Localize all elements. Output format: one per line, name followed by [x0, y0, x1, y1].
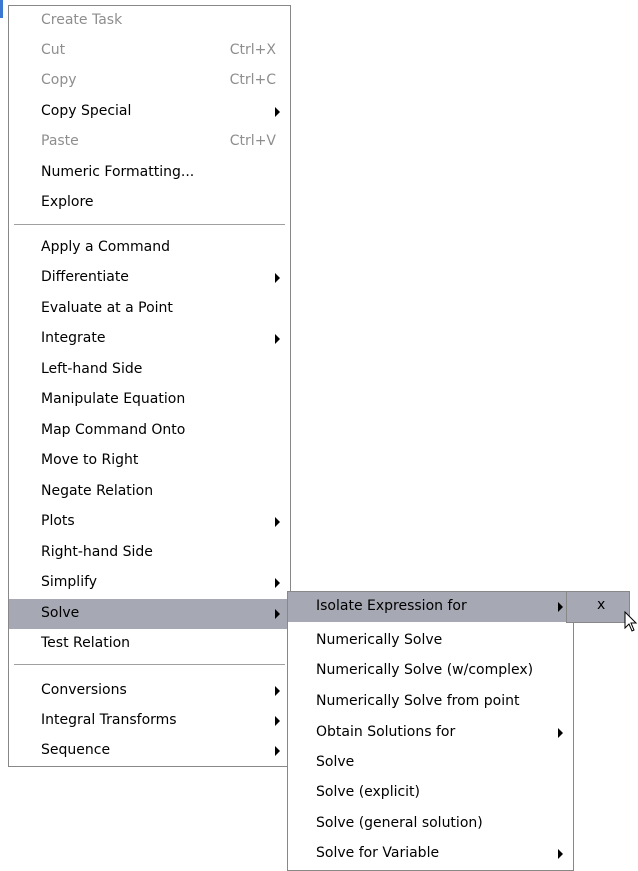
- menu-item-label: Numerically Solve (w/complex): [316, 662, 534, 678]
- menu-item-sequence[interactable]: Sequence: [9, 736, 290, 766]
- menu-item-map-command-onto[interactable]: Map Command Onto: [9, 416, 290, 446]
- menu-item-label: Map Command Onto: [41, 422, 186, 438]
- submenu-arrow-icon: [275, 746, 280, 756]
- menu-item-plots[interactable]: Plots: [9, 507, 290, 537]
- menu-item-label: Test Relation: [41, 635, 131, 651]
- menu-item-numerically-solve[interactable]: Numerically Solve: [288, 626, 573, 656]
- menu-item-conversions[interactable]: Conversions: [9, 676, 290, 706]
- isolate-expression-submenu: x: [566, 591, 630, 623]
- menu-item-label: Sequence: [41, 742, 111, 758]
- menu-item-test-relation[interactable]: Test Relation: [9, 629, 290, 659]
- submenu-arrow-icon: [275, 334, 280, 344]
- submenu-arrow-icon: [558, 849, 563, 859]
- menu-item-label: Copy Special: [41, 103, 132, 119]
- menu-item-create-task[interactable]: Create Task: [9, 6, 290, 36]
- submenu-arrow-icon: [558, 728, 563, 738]
- menu-item-solve-explicit[interactable]: Solve (explicit): [288, 778, 573, 808]
- menu-item-label: Numeric Formatting...: [41, 164, 195, 180]
- menu-item-label: Conversions: [41, 682, 127, 698]
- menu-separator: [14, 664, 285, 665]
- menu-item-integrate[interactable]: Integrate: [9, 324, 290, 354]
- menu-item-label: Integral Transforms: [41, 712, 177, 728]
- menu-item-numeric-formatting[interactable]: Numeric Formatting...: [9, 158, 290, 188]
- submenu-arrow-icon: [275, 716, 280, 726]
- menu-item-label: Obtain Solutions for: [316, 724, 456, 740]
- menu-item-simplify[interactable]: Simplify: [9, 568, 290, 598]
- menu-item-label: Apply a Command: [41, 239, 170, 255]
- menu-item-differentiate[interactable]: Differentiate: [9, 263, 290, 293]
- menu-item-label: Solve (general solution): [316, 815, 483, 831]
- submenu-arrow-icon: [275, 686, 280, 696]
- shortcut-label: Ctrl+X: [229, 42, 276, 58]
- menu-item-solve-general-solution[interactable]: Solve (general solution): [288, 809, 573, 839]
- menu-item-label: Paste: [41, 133, 79, 149]
- menu-item-left-hand-side[interactable]: Left-hand Side: [9, 355, 290, 385]
- submenu-arrow-icon: [275, 578, 280, 588]
- menu-item-label: Solve (explicit): [316, 784, 421, 800]
- focus-edge-marker: [0, 0, 3, 18]
- menu-item-label: Move to Right: [41, 452, 139, 468]
- menu-item-label: Solve: [316, 754, 355, 770]
- menu-item-label: Isolate Expression for: [316, 598, 467, 614]
- submenu-arrow-icon: [275, 273, 280, 283]
- submenu-arrow-icon: [275, 517, 280, 527]
- menu-item-numerically-solve-from-point[interactable]: Numerically Solve from point: [288, 687, 573, 717]
- menu-item-explore[interactable]: Explore: [9, 188, 290, 218]
- menu-item-label: Negate Relation: [41, 483, 154, 499]
- shortcut-label: Ctrl+V: [229, 133, 276, 149]
- menu-item-label: Differentiate: [41, 269, 129, 285]
- mouse-pointer-icon: [624, 611, 638, 632]
- menu-item-copy-special[interactable]: Copy Special: [9, 97, 290, 127]
- menu-item-integral-transforms[interactable]: Integral Transforms: [9, 706, 290, 736]
- menu-item-obtain-solutions-for[interactable]: Obtain Solutions for: [288, 718, 573, 748]
- menu-item-numerically-solve-complex[interactable]: Numerically Solve (w/complex): [288, 656, 573, 686]
- menu-item-label: Simplify: [41, 574, 98, 590]
- menu-item-move-to-right[interactable]: Move to Right: [9, 446, 290, 476]
- solve-submenu: Isolate Expression for Numerically Solve…: [287, 591, 574, 871]
- menu-item-label: Create Task: [41, 12, 123, 28]
- menu-item-label: Numerically Solve from point: [316, 693, 520, 709]
- menu-item-label: Manipulate Equation: [41, 391, 186, 407]
- menu-item-isolate-expression-for[interactable]: Isolate Expression for: [288, 592, 573, 622]
- menu-separator: [14, 224, 285, 225]
- menu-item-label: x: [597, 597, 606, 613]
- menu-item-label: Integrate: [41, 330, 106, 346]
- menu-item-negate-relation[interactable]: Negate Relation: [9, 477, 290, 507]
- submenu-arrow-icon: [275, 609, 280, 619]
- menu-item-label: Right-hand Side: [41, 544, 153, 560]
- context-menu: Create Task Cut Ctrl+X Copy Ctrl+C Copy …: [8, 5, 291, 767]
- menu-item-manipulate-equation[interactable]: Manipulate Equation: [9, 385, 290, 415]
- menu-item-evaluate-at-a-point[interactable]: Evaluate at a Point: [9, 294, 290, 324]
- menu-item-label: Explore: [41, 194, 94, 210]
- menu-item-apply-a-command[interactable]: Apply a Command: [9, 233, 290, 263]
- submenu-arrow-icon: [275, 107, 280, 117]
- submenu-arrow-icon: [558, 602, 563, 612]
- menu-item-variable-x[interactable]: x: [567, 592, 629, 622]
- menu-item-right-hand-side[interactable]: Right-hand Side: [9, 538, 290, 568]
- menu-item-label: Evaluate at a Point: [41, 300, 173, 316]
- menu-item-label: Solve for Variable: [316, 845, 440, 861]
- menu-item-label: Left-hand Side: [41, 361, 143, 377]
- menu-item-label: Numerically Solve: [316, 632, 443, 648]
- menu-item-label: Solve: [41, 605, 80, 621]
- menu-item-copy[interactable]: Copy Ctrl+C: [9, 66, 290, 96]
- menu-item-cut[interactable]: Cut Ctrl+X: [9, 36, 290, 66]
- menu-item-paste[interactable]: Paste Ctrl+V: [9, 127, 290, 157]
- menu-item-solve-for-variable[interactable]: Solve for Variable: [288, 839, 573, 869]
- menu-item-solve[interactable]: Solve: [9, 599, 290, 629]
- menu-item-label: Plots: [41, 513, 75, 529]
- menu-item-label: Cut: [41, 42, 66, 58]
- menu-item-solve[interactable]: Solve: [288, 748, 573, 778]
- shortcut-label: Ctrl+C: [229, 72, 276, 88]
- menu-item-label: Copy: [41, 72, 77, 88]
